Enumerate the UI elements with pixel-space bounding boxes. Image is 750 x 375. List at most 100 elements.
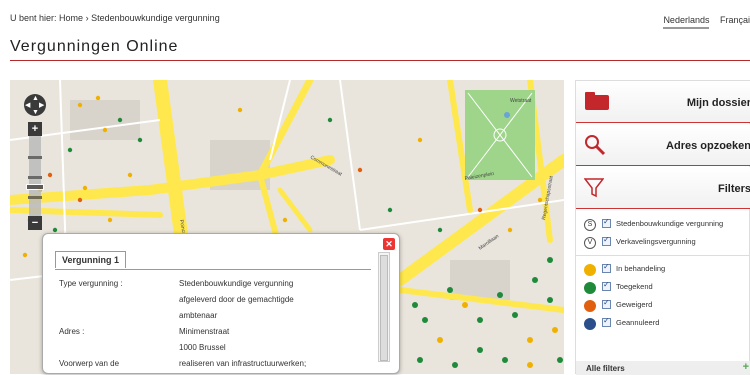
breadcrumb: U bent hier: Home › Stedenbouwkundige ve… bbox=[10, 13, 220, 23]
permit-marker[interactable] bbox=[127, 172, 133, 178]
detail-row: afgeleverd door de gemachtigde bbox=[59, 292, 359, 308]
filter-checkbox[interactable] bbox=[602, 298, 611, 309]
permit-marker[interactable] bbox=[447, 287, 453, 293]
zoom-control: ▲ ▼ ◀ ▶ + − bbox=[24, 94, 46, 230]
permit-marker[interactable] bbox=[327, 117, 333, 123]
my-dossier-button[interactable]: Mijn dossier bbox=[576, 81, 750, 123]
page-title: Vergunningen Online bbox=[10, 38, 179, 55]
permit-marker[interactable] bbox=[77, 102, 83, 108]
permit-marker[interactable] bbox=[437, 227, 443, 233]
status-dot-icon bbox=[584, 264, 596, 276]
pan-control[interactable]: ▲ ▼ ◀ ▶ bbox=[24, 94, 46, 116]
permit-marker[interactable] bbox=[117, 117, 123, 123]
permit-marker[interactable] bbox=[417, 137, 423, 143]
language-nl-link[interactable]: Nederlands bbox=[663, 15, 710, 29]
all-filters-button[interactable]: Alle filters + bbox=[576, 361, 750, 375]
filter-status-row[interactable]: Geannuleerd bbox=[584, 316, 750, 330]
permit-marker[interactable] bbox=[67, 147, 73, 153]
breadcrumb-home-link[interactable]: Home bbox=[59, 13, 83, 23]
permit-marker[interactable] bbox=[237, 107, 243, 113]
permit-marker[interactable] bbox=[387, 207, 393, 213]
permit-marker[interactable] bbox=[77, 197, 83, 203]
permit-marker[interactable] bbox=[552, 327, 558, 333]
filter-type-row[interactable]: V Verkavelingsvergunning bbox=[584, 235, 750, 249]
magnifier-icon bbox=[585, 135, 606, 156]
filter-checkbox[interactable] bbox=[602, 316, 611, 327]
detail-row: 1000 Brussel bbox=[59, 340, 359, 356]
permit-marker[interactable] bbox=[477, 317, 483, 323]
language-fr-link[interactable]: Françai bbox=[720, 15, 750, 25]
permit-marker[interactable] bbox=[357, 167, 363, 173]
zoom-in-button[interactable]: + bbox=[28, 122, 42, 136]
permit-marker[interactable] bbox=[417, 357, 423, 363]
permit-marker[interactable] bbox=[477, 347, 483, 353]
permit-marker[interactable] bbox=[512, 312, 518, 318]
popup-scroll-thumb[interactable] bbox=[380, 255, 388, 361]
filter-label: Geannuleerd bbox=[616, 318, 660, 327]
breadcrumb-separator: › bbox=[85, 13, 89, 23]
detail-key: Voorwerp van de bbox=[59, 359, 120, 368]
permit-marker[interactable] bbox=[532, 277, 538, 283]
filter-status-row[interactable]: Toegekend bbox=[584, 280, 750, 294]
filters-label: Filters bbox=[717, 183, 750, 195]
detail-value: afgeleverd door de gemachtigde bbox=[179, 295, 294, 304]
folder-icon bbox=[585, 92, 609, 110]
permit-marker[interactable] bbox=[547, 297, 553, 303]
side-panel: Mijn dossier Adres opzoeken Filters S St… bbox=[575, 80, 750, 375]
language-switcher: Nederlands Françai bbox=[655, 15, 750, 29]
detail-value: realiseren van infrastructuurwerken; bbox=[179, 359, 307, 368]
permit-marker[interactable] bbox=[557, 357, 563, 363]
filter-checkbox[interactable] bbox=[602, 217, 611, 228]
permit-marker[interactable] bbox=[412, 302, 418, 308]
detail-value: ambtenaar bbox=[179, 311, 218, 320]
top-bar: U bent hier: Home › Stedenbouwkundige ve… bbox=[10, 13, 750, 33]
permit-marker[interactable] bbox=[452, 362, 458, 368]
permit-marker[interactable] bbox=[137, 137, 143, 143]
permit-type-symbol-icon: V bbox=[584, 237, 596, 249]
popup-scrollbar[interactable] bbox=[378, 252, 390, 362]
permit-marker[interactable] bbox=[82, 185, 88, 191]
permit-marker[interactable] bbox=[52, 227, 58, 233]
status-dot-icon bbox=[584, 282, 596, 294]
permit-marker[interactable] bbox=[462, 302, 468, 308]
permit-marker[interactable] bbox=[537, 197, 543, 203]
detail-key: Type vergunning : bbox=[59, 279, 123, 288]
permit-marker[interactable] bbox=[102, 127, 108, 133]
permit-marker[interactable] bbox=[527, 337, 533, 343]
filter-status-row[interactable]: In behandeling bbox=[584, 262, 750, 276]
detail-key bbox=[59, 292, 179, 308]
filter-checkbox[interactable] bbox=[602, 280, 611, 291]
permit-marker[interactable] bbox=[437, 337, 443, 343]
detail-row: Type vergunning : Stedenbouwkundige vergu… bbox=[59, 276, 359, 292]
permit-marker[interactable] bbox=[95, 95, 101, 101]
zoom-slider-handle[interactable] bbox=[26, 184, 44, 190]
permit-marker[interactable] bbox=[527, 362, 533, 368]
popup-tab-line bbox=[55, 269, 371, 270]
permit-marker[interactable] bbox=[422, 317, 428, 323]
permit-marker[interactable] bbox=[22, 252, 28, 258]
filters-header[interactable]: Filters bbox=[576, 167, 750, 209]
permit-marker[interactable] bbox=[502, 357, 508, 363]
title-divider bbox=[10, 60, 750, 61]
filter-type-row[interactable]: S Stedenbouwkundige vergunning bbox=[584, 217, 750, 231]
detail-row: Adres : Minimenstraat bbox=[59, 324, 359, 340]
popup-close-icon[interactable]: ✕ bbox=[383, 238, 395, 250]
filter-checkbox[interactable] bbox=[602, 262, 611, 273]
filter-label: Verkavelingsvergunning bbox=[616, 237, 696, 246]
address-search-button[interactable]: Adres opzoeken bbox=[576, 124, 750, 166]
zoom-slider[interactable] bbox=[26, 136, 44, 216]
filter-status-row[interactable]: Geweigerd bbox=[584, 298, 750, 312]
permit-marker[interactable] bbox=[507, 227, 513, 233]
permit-marker[interactable] bbox=[107, 217, 113, 223]
permit-marker[interactable] bbox=[477, 207, 483, 213]
permit-marker[interactable] bbox=[47, 172, 53, 178]
breadcrumb-current: Stedenbouwkundige vergunning bbox=[91, 13, 220, 23]
plus-icon: + bbox=[742, 361, 749, 373]
popup-tab[interactable]: Vergunning 1 bbox=[55, 251, 127, 268]
permit-marker[interactable] bbox=[547, 257, 553, 263]
filter-checkbox[interactable] bbox=[602, 235, 611, 246]
zoom-out-button[interactable]: − bbox=[28, 216, 42, 230]
detail-row: Voorwerp van de realiseren van infrastruc… bbox=[59, 356, 359, 372]
permit-marker[interactable] bbox=[282, 217, 288, 223]
permit-marker[interactable] bbox=[497, 292, 503, 298]
